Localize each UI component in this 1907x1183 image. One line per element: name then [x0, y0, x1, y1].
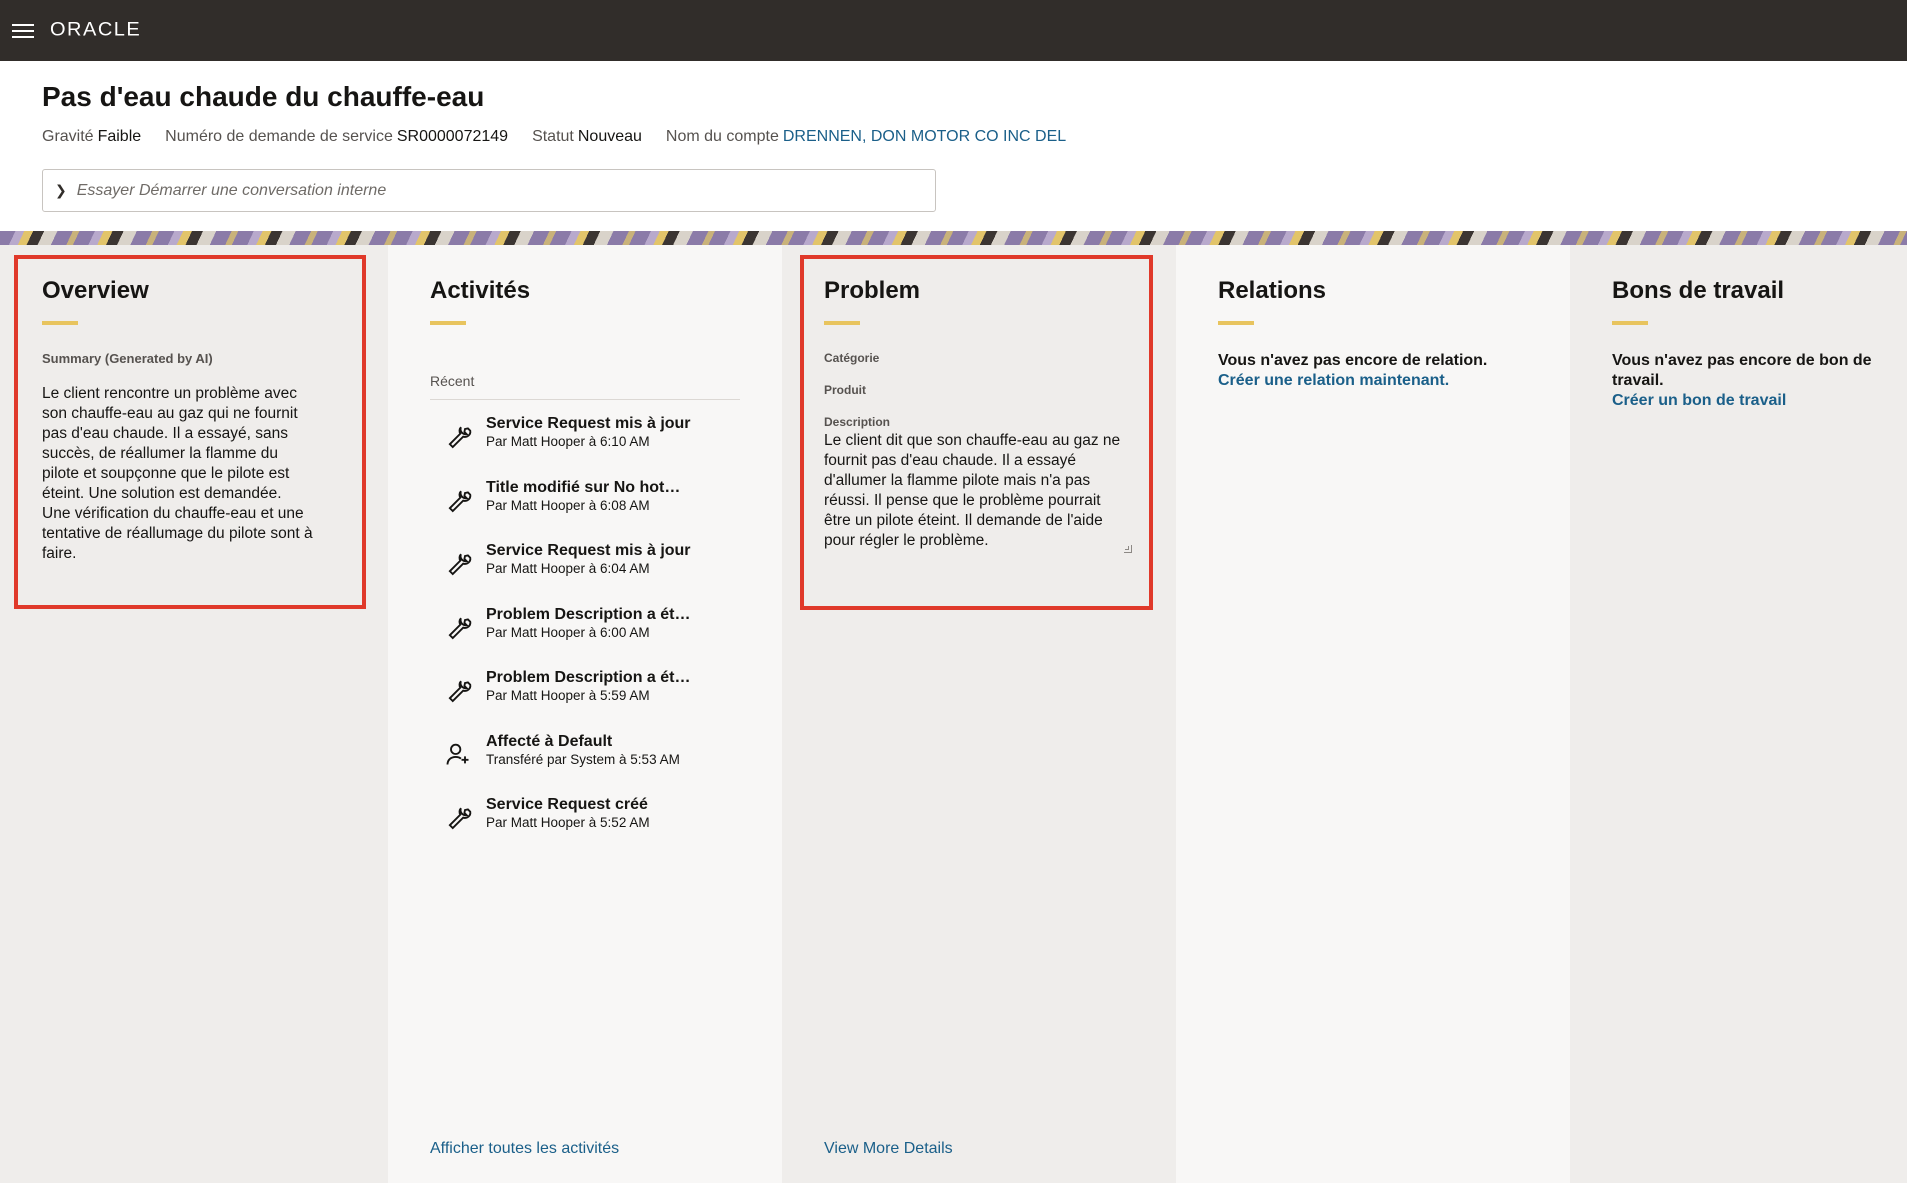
title-accent	[1218, 321, 1254, 325]
record-meta: Gravité Faible Numéro de demande de servi…	[42, 128, 1872, 146]
wrench-icon	[448, 807, 472, 830]
activities-panel: Activités Récent Service Request mis à j…	[388, 245, 782, 1183]
gravite-field: Gravité Faible	[42, 128, 141, 146]
activity-item[interactable]: Title modifié sur No hot… Par Matt Hooper…	[430, 478, 740, 542]
account-link[interactable]: DRENNEN, DON MOTOR CO INC DEL	[783, 128, 1066, 145]
activity-title: Service Request mis à jour	[486, 415, 691, 432]
statut-value: Nouveau	[577, 128, 642, 145]
conversation-placeholder: Essayer Démarrer une conversation intern…	[76, 181, 387, 199]
activity-item[interactable]: Problem Description a été… Par Matt Hoope…	[430, 605, 740, 669]
activity-title: Service Request mis à jour	[486, 542, 691, 559]
wrench-icon	[448, 426, 472, 449]
view-more-details-link[interactable]: View More Details	[824, 1140, 953, 1158]
activity-list: Service Request mis à jour Par Matt Hoope…	[430, 414, 740, 859]
activity-title: Affecté à Default	[486, 732, 613, 750]
page-header: Pas d'eau chaude du chauffe-eau Gravité F…	[42, 78, 1872, 146]
relations-title: Relations	[1218, 277, 1327, 304]
activity-item[interactable]: Problem Description a été… Par Matt Hoope…	[430, 668, 740, 732]
activity-subtitle: Par Matt Hooper à 5:59 AM	[486, 688, 650, 703]
gravite-value: Faible	[97, 128, 142, 145]
wrench-icon	[448, 490, 472, 512]
activity-subtitle: Par Matt Hooper à 6:00 AM	[486, 624, 650, 640]
problem-highlight-box	[800, 255, 1153, 610]
compte-field: Nom du compte DRENNEN, DON MOTOR CO INC D…	[666, 128, 1066, 146]
conversation-input[interactable]: ❯ Essayer Démarrer une conversation inte…	[42, 169, 936, 212]
activity-title: Title modifié sur No hot…	[486, 478, 681, 496]
relations-empty-text: Vous n'avez pas encore de relation.	[1218, 352, 1488, 369]
work-orders-panel: Bons de travail Vous n'avez pas encore d…	[1570, 245, 1907, 1183]
wrench-icon	[448, 617, 472, 639]
top-bar: ORACLE	[0, 0, 1907, 61]
page-title: Pas d'eau chaude du chauffe-eau	[42, 81, 485, 112]
activity-subtitle: Par Matt Hooper à 6:08 AM	[486, 497, 650, 513]
statut-label: Statut	[532, 128, 574, 145]
activity-title: Problem Description a été…	[486, 669, 698, 686]
wrench-icon	[448, 553, 472, 576]
statut-field: Statut Nouveau	[532, 128, 642, 146]
create-work-order-link[interactable]: Créer un bon de travail	[1612, 391, 1865, 411]
activity-title: Service Request créé	[486, 796, 648, 813]
relations-panel: Relations Vous n'avez pas encore de rela…	[1176, 245, 1570, 1183]
work-orders-title: Bons de travail	[1612, 277, 1785, 304]
hamburger-menu-icon[interactable]	[12, 22, 34, 40]
work-orders-empty-text: Vous n'avez pas encore de bon de travail…	[1612, 352, 1872, 389]
activity-title: Problem Description a été…	[486, 605, 698, 623]
gravite-label: Gravité	[42, 128, 94, 145]
wrench-icon	[448, 680, 472, 703]
numero-label: Numéro de demande de service	[165, 128, 393, 145]
activity-subtitle: Par Matt Hooper à 6:04 AM	[486, 561, 650, 576]
activity-item[interactable]: Service Request créé Par Matt Hooper à 5:…	[430, 795, 740, 859]
view-all-activities-link[interactable]: Afficher toutes les activités	[430, 1140, 619, 1158]
decorative-banner	[0, 231, 1907, 245]
oracle-logo[interactable]: ORACLE	[50, 20, 141, 42]
activity-subtitle: Transféré par System à 5:53 AM	[486, 751, 680, 767]
activity-item[interactable]: Service Request mis à jour Par Matt Hoope…	[430, 414, 740, 478]
compte-label: Nom du compte	[665, 128, 779, 145]
numero-value: SR0000072149	[396, 128, 509, 145]
title-accent	[430, 321, 466, 325]
activity-subtitle: Par Matt Hooper à 5:52 AM	[486, 815, 650, 830]
overview-highlight-box	[14, 255, 366, 609]
chevron-right-icon: ❯	[55, 182, 67, 198]
person-add-icon	[446, 743, 469, 765]
recent-label: Récent	[430, 373, 740, 400]
activity-subtitle: Par Matt Hooper à 6:10 AM	[486, 434, 650, 449]
numero-field: Numéro de demande de service SR0000072149	[165, 128, 508, 146]
create-relation-link[interactable]: Créer une relation maintenant.	[1218, 371, 1528, 391]
activities-title: Activités	[430, 277, 531, 304]
activity-item[interactable]: Affecté à Default Transféré par System à …	[430, 732, 740, 796]
activity-item[interactable]: Service Request mis à jour Par Matt Hoope…	[430, 541, 740, 605]
title-accent	[1612, 321, 1648, 325]
